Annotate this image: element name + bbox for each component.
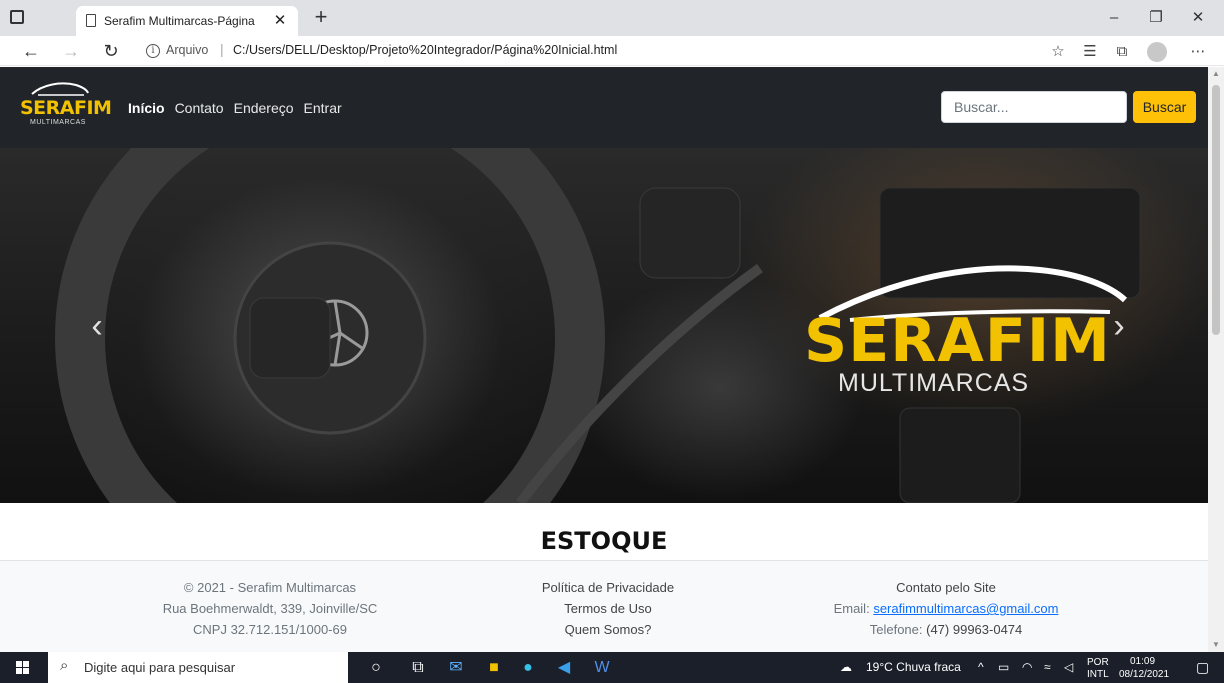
carousel-logo-name: SERAFIM <box>804 306 1111 376</box>
language-bottom[interactable]: INTL <box>1087 669 1109 680</box>
language-top[interactable]: POR <box>1087 657 1109 668</box>
close-tab-icon[interactable]: ✕ <box>270 11 290 31</box>
carousel-prev-icon[interactable]: ‹ <box>82 308 112 344</box>
footer-link-terms[interactable]: Termos de Uso <box>438 598 778 619</box>
footer-link-about[interactable]: Quem Somos? <box>438 619 778 640</box>
weather-text[interactable]: 19°C Chuva fraca <box>866 660 961 674</box>
taskbar-search-placeholder: Digite aqui para pesquisar <box>84 660 236 675</box>
page-viewport: SERAFIM MULTIMARCAS Início Contato Ender… <box>0 67 1208 652</box>
footer-contact: Contato pelo Site Email: serafimmultimar… <box>776 577 1116 640</box>
refresh-button[interactable]: ↻ <box>98 39 124 63</box>
file-explorer-icon[interactable]: ■ <box>482 656 506 680</box>
site-navbar: SERAFIM MULTIMARCAS Início Contato Ender… <box>0 67 1208 148</box>
volume-icon[interactable]: ◁ <box>1064 660 1073 674</box>
profile-avatar[interactable] <box>1147 42 1167 62</box>
footer-company-info: © 2021 - Serafim Multimarcas Rua Boehmer… <box>100 577 440 640</box>
close-window-button[interactable]: ✕ <box>1178 6 1218 30</box>
nav-link-inicio[interactable]: Início <box>128 100 165 116</box>
browser-toolbar: ← → ↻ i Arquivo | C:/Users/DELL/Desktop/… <box>0 36 1224 66</box>
address-separator: | <box>220 41 224 57</box>
footer-phone: (47) 99963-0474 <box>926 622 1023 637</box>
windows-logo-icon <box>16 661 29 674</box>
mail-icon[interactable]: ✉ <box>444 656 468 680</box>
search-button[interactable]: Buscar <box>1133 91 1196 123</box>
footer-link-privacy[interactable]: Política de Privacidade <box>438 577 778 598</box>
brand-subtitle: MULTIMARCAS <box>30 119 86 126</box>
clock-time[interactable]: 01:09 <box>1130 656 1155 667</box>
car-silhouette-icon <box>31 82 89 96</box>
address-bar[interactable]: i Arquivo | C:/Users/DELL/Desktop/Projet… <box>140 39 1140 63</box>
collections-icon[interactable]: ⧉ <box>1111 41 1133 63</box>
footer-contact-title: Contato pelo Site <box>896 580 996 595</box>
nav-link-endereco[interactable]: Endereço <box>234 100 294 116</box>
battery-icon[interactable]: ▭ <box>998 660 1009 674</box>
windows-taskbar: ⌕ Digite aqui para pesquisar ○ ⧉ ✉ ■ ● ◀… <box>0 652 1224 683</box>
network-icon[interactable]: ◠ <box>1022 660 1032 674</box>
new-tab-button[interactable]: + <box>308 5 334 31</box>
footer-phone-row: Telefone: (47) 99963-0474 <box>776 619 1116 640</box>
tab-title: Serafim Multimarcas-Página Inicial <box>104 14 256 28</box>
more-options-icon[interactable]: ⋯ <box>1187 41 1209 63</box>
url-text[interactable]: C:/Users/DELL/Desktop/Projeto%20Integrad… <box>233 43 617 57</box>
footer-email-link[interactable]: serafimmultimarcas@gmail.com <box>873 601 1058 616</box>
brand-logo[interactable]: SERAFIM MULTIMARCAS <box>20 81 112 131</box>
tab-actions-icon[interactable] <box>10 10 24 24</box>
favorite-star-icon[interactable]: ☆ <box>1047 41 1069 63</box>
restore-button[interactable]: ❐ <box>1136 6 1176 30</box>
footer-address: Rua Boehmerwaldt, 339, Joinville/SC <box>162 601 378 616</box>
taskbar-search-box[interactable]: ⌕ Digite aqui para pesquisar <box>48 652 348 683</box>
search-icon: ⌕ <box>60 657 69 674</box>
notifications-icon[interactable]: ▢ <box>1196 659 1209 676</box>
forward-button[interactable]: → <box>58 39 84 63</box>
clock-date[interactable]: 08/12/2021 <box>1119 669 1169 680</box>
page-icon <box>86 14 96 27</box>
weather-icon[interactable]: ☁ <box>840 660 852 674</box>
page-scrollbar[interactable]: ▲ ▼ <box>1208 67 1224 652</box>
info-icon[interactable]: i <box>146 44 160 58</box>
vscode-icon[interactable]: ◀ <box>552 656 576 680</box>
browser-tab-bar: Serafim Multimarcas-Página Inicial ✕ + –… <box>0 0 1224 36</box>
site-footer: © 2021 - Serafim Multimarcas Rua Boehmer… <box>0 560 1208 652</box>
hero-carousel: SERAFIM MULTIMARCAS ‹ › <box>0 148 1208 503</box>
footer-email-row: Email: serafimmultimarcas@gmail.com <box>776 598 1116 619</box>
footer-phone-label: Telefone: <box>869 622 923 637</box>
scroll-up-icon[interactable]: ▲ <box>1208 67 1224 81</box>
brand-name: SERAFIM <box>20 97 112 119</box>
task-view-icon[interactable]: ⧉ <box>406 656 430 680</box>
favorites-list-icon[interactable]: ☰ <box>1079 41 1101 63</box>
word-icon[interactable]: W <box>590 656 614 680</box>
scroll-thumb[interactable] <box>1212 85 1220 335</box>
nav-links: Início Contato Endereço Entrar <box>128 100 342 116</box>
edge-browser-icon[interactable]: ● <box>516 656 540 680</box>
footer-links: Política de Privacidade Termos de Uso Qu… <box>438 577 778 640</box>
cortana-icon[interactable]: ○ <box>364 656 388 680</box>
scroll-down-icon[interactable]: ▼ <box>1208 638 1224 652</box>
footer-email-label: Email: <box>833 601 870 616</box>
wifi-icon[interactable]: ≈ <box>1044 660 1051 674</box>
start-button[interactable] <box>0 652 46 683</box>
carousel-next-icon[interactable]: › <box>1104 308 1134 344</box>
carousel-logo-subtitle: MULTIMARCAS <box>838 369 1030 397</box>
address-label: Arquivo <box>166 43 209 57</box>
footer-cnpj: CNPJ 32.712.151/1000-69 <box>193 622 347 637</box>
browser-tab[interactable]: Serafim Multimarcas-Página Inicial ✕ <box>76 6 298 36</box>
footer-copyright: © 2021 - Serafim Multimarcas <box>183 580 357 595</box>
stock-section-title: ESTOQUE <box>540 527 668 555</box>
search-input[interactable] <box>941 91 1127 123</box>
minimize-button[interactable]: – <box>1094 6 1134 30</box>
nav-link-contato[interactable]: Contato <box>175 100 224 116</box>
show-hidden-icons-icon[interactable]: ^ <box>978 660 984 674</box>
nav-link-entrar[interactable]: Entrar <box>304 100 342 116</box>
back-button[interactable]: ← <box>18 39 44 63</box>
